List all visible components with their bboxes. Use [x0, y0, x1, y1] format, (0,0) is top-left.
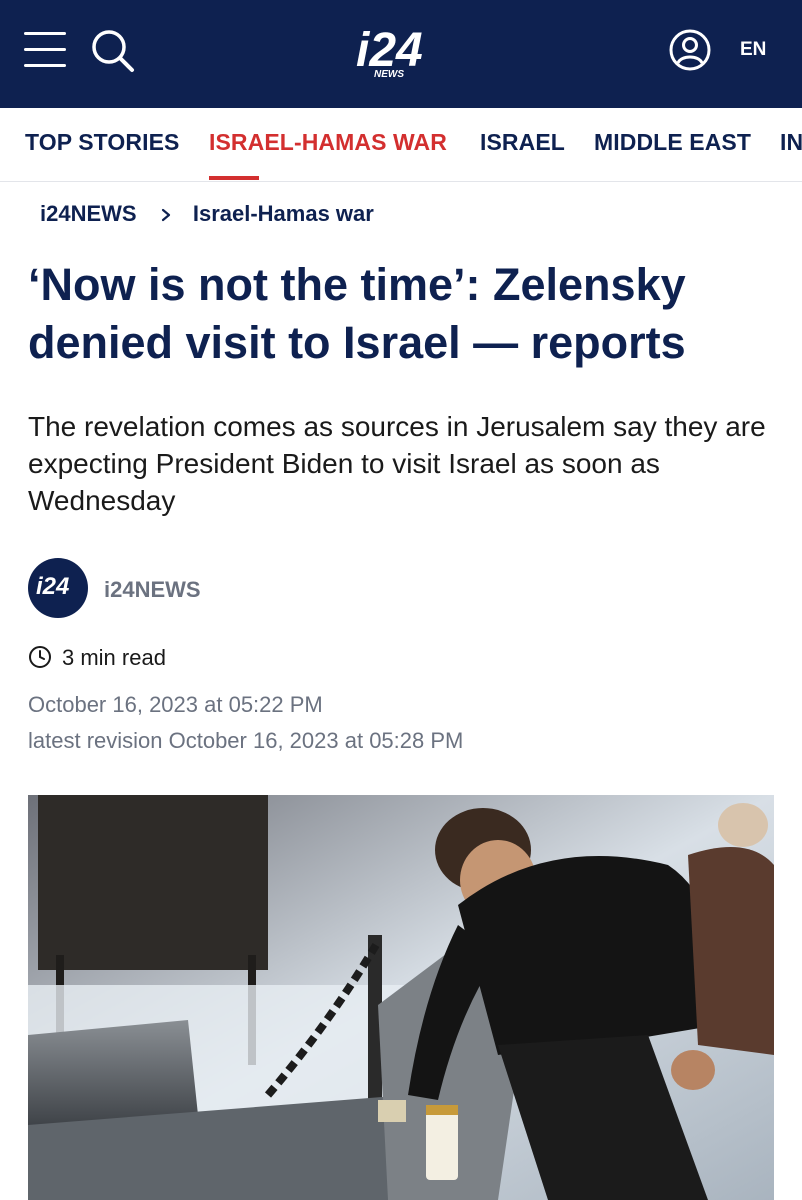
language-button[interactable]: EN	[740, 36, 780, 64]
chevron-right-icon	[161, 209, 170, 222]
avatar-logo-text: i24	[36, 573, 69, 600]
author-name[interactable]: i24NEWS	[104, 574, 201, 606]
article-photo[interactable]	[28, 795, 774, 1200]
read-time: 3 min read	[28, 642, 166, 674]
nav-item-middle-east[interactable]: MIDDLE EAST	[594, 108, 751, 181]
nav-item-top-stories[interactable]: TOP STORIES	[25, 108, 180, 181]
menu-icon[interactable]	[24, 28, 68, 72]
nav-item-truncated[interactable]: IN	[780, 108, 802, 181]
publish-date: October 16, 2023 at 05:22 PM	[28, 692, 323, 717]
revision-date: latest revision October 16, 2023 at 05:2…	[28, 728, 464, 753]
nav-item-israel[interactable]: ISRAEL	[480, 108, 565, 181]
active-tab-indicator	[209, 176, 259, 180]
top-header: i24 NEWS EN	[0, 0, 802, 108]
clock-icon	[29, 646, 51, 669]
breadcrumb-section[interactable]: Israel-Hamas war	[193, 201, 374, 226]
breadcrumb: i24NEWS Israel-Hamas war	[40, 198, 374, 230]
author-avatar[interactable]: i24	[28, 558, 88, 618]
article-subtitle: The revelation comes as sources in Jerus…	[28, 411, 766, 516]
search-icon[interactable]	[88, 26, 136, 74]
read-time-label: 3 min read	[62, 645, 166, 670]
account-icon[interactable]	[666, 26, 714, 74]
nav-item-israel-hamas-war[interactable]: ISRAEL-HAMAS WAR	[209, 108, 447, 181]
section-nav: TOP STORIES ISRAEL-HAMAS WAR ISRAEL MIDD…	[0, 108, 802, 182]
breadcrumb-home[interactable]: i24NEWS	[40, 201, 137, 226]
i24-logo[interactable]: i24 NEWS	[352, 22, 452, 82]
article-title: ‘Now is not the time’: Zelensky denied v…	[28, 259, 686, 368]
logo-subtext: NEWS	[374, 69, 404, 80]
